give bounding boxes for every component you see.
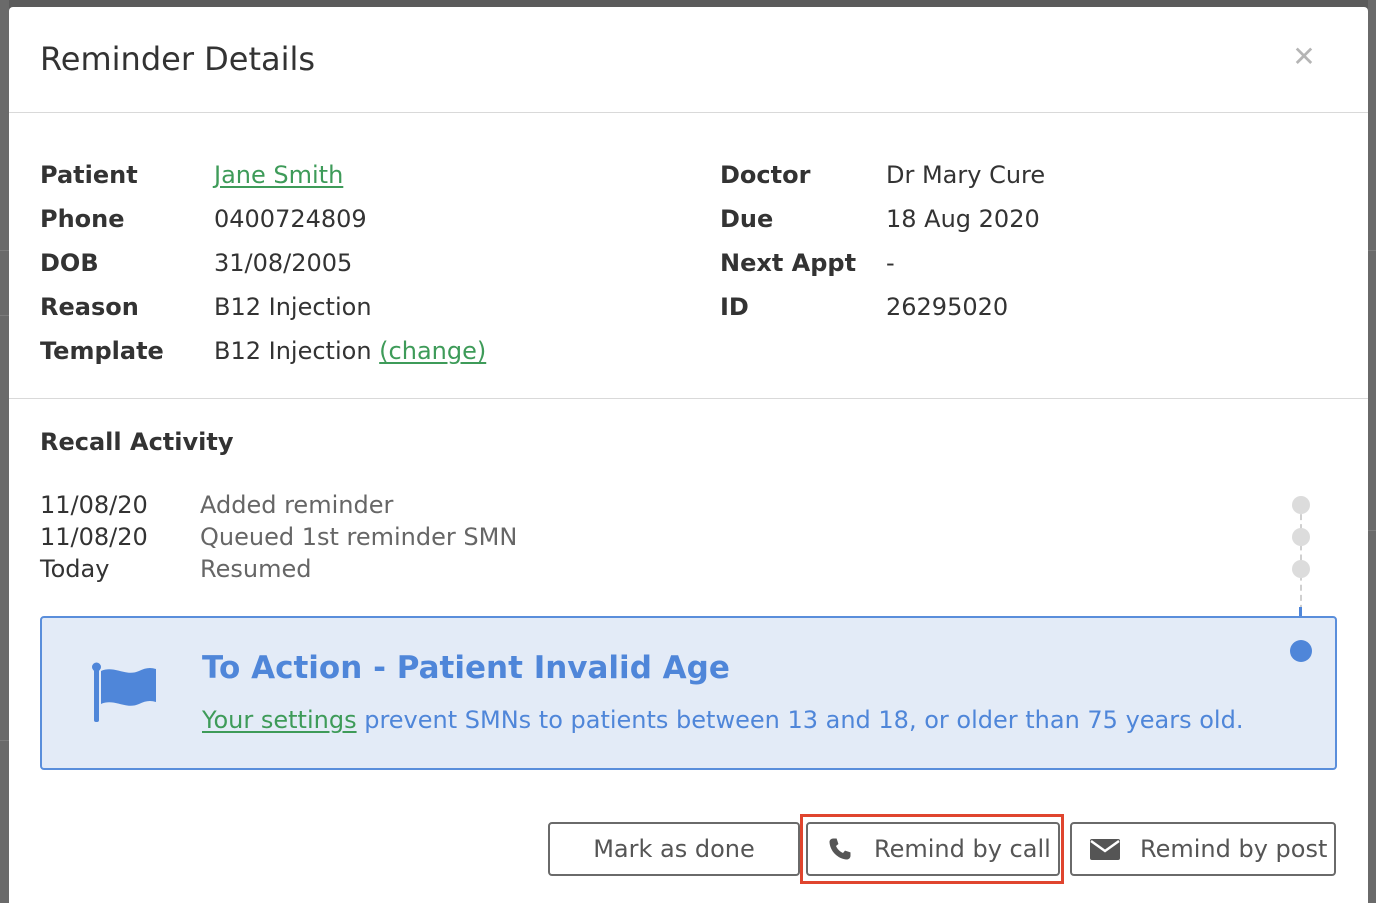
backdrop-divider — [0, 315, 9, 316]
due-label: Due — [720, 205, 774, 233]
close-icon[interactable]: ✕ — [1289, 41, 1319, 73]
next-appt-value: - — [886, 249, 895, 277]
template-value: B12 Injection (change) — [214, 335, 486, 367]
phone-label: Phone — [40, 205, 125, 233]
patient-label: Patient — [40, 161, 138, 189]
alert-message: Your settings prevent SMNs to patients b… — [202, 706, 1243, 734]
activity-text: Queued 1st reminder SMN — [200, 523, 518, 551]
backdrop-divider — [1368, 250, 1376, 251]
remind-by-post-button[interactable]: Remind by post — [1070, 822, 1336, 876]
timeline-dot — [1292, 528, 1310, 546]
timeline-dot — [1292, 496, 1310, 514]
activity-text: Resumed — [200, 555, 312, 583]
phone-icon — [829, 838, 851, 860]
phone-value: 0400724809 — [214, 205, 367, 233]
doctor-label: Doctor — [720, 161, 811, 189]
id-value: 26295020 — [886, 293, 1009, 321]
mark-as-done-button[interactable]: Mark as done — [548, 822, 800, 876]
template-name: B12 Injection — [214, 337, 372, 365]
envelope-icon — [1090, 839, 1120, 860]
reason-label: Reason — [40, 293, 139, 321]
remind-by-call-label: Remind by call — [874, 835, 1051, 863]
dob-value: 31/08/2005 — [214, 249, 353, 277]
backdrop-left — [0, 0, 9, 903]
change-template-link[interactable]: (change) — [379, 337, 486, 365]
mark-as-done-label: Mark as done — [593, 835, 755, 863]
template-label: Template — [40, 337, 164, 365]
modal-header: Reminder Details ✕ — [9, 7, 1368, 113]
alert-title: To Action - Patient Invalid Age — [202, 650, 730, 686]
modal-title: Reminder Details — [40, 40, 316, 78]
timeline-dot-current — [1290, 640, 1312, 662]
dob-label: DOB — [40, 249, 99, 277]
alert-message-text: prevent SMNs to patients between 13 and … — [356, 706, 1244, 734]
remind-by-call-button[interactable]: Remind by call — [806, 822, 1060, 876]
backdrop-divider — [0, 740, 9, 741]
backdrop-divider — [0, 250, 9, 251]
activity-date: 11/08/20 — [40, 491, 148, 519]
next-appt-label: Next Appt — [720, 249, 857, 277]
activity-date: 11/08/20 — [40, 523, 148, 551]
reminder-details-modal: Reminder Details ✕ Patient Jane Smith Ph… — [9, 7, 1368, 903]
timeline-dot — [1292, 560, 1310, 578]
id-label: ID — [720, 293, 749, 321]
doctor-value: Dr Mary Cure — [886, 161, 1046, 189]
backdrop-divider — [1368, 530, 1376, 531]
recall-activity-title: Recall Activity — [40, 428, 234, 456]
activity-date: Today — [40, 555, 110, 583]
backdrop-right — [1368, 0, 1376, 903]
reminder-details: Patient Jane Smith Phone 0400724809 DOB … — [9, 113, 1368, 399]
due-value: 18 Aug 2020 — [886, 205, 1040, 233]
action-alert: To Action - Patient Invalid Age Your set… — [40, 616, 1337, 770]
reason-value: B12 Injection — [214, 293, 372, 321]
remind-by-post-label: Remind by post — [1140, 835, 1328, 863]
your-settings-link[interactable]: Your settings — [202, 706, 357, 734]
patient-name-link[interactable]: Jane Smith — [214, 159, 343, 191]
flag-icon — [92, 662, 156, 722]
activity-text: Added reminder — [200, 491, 394, 519]
